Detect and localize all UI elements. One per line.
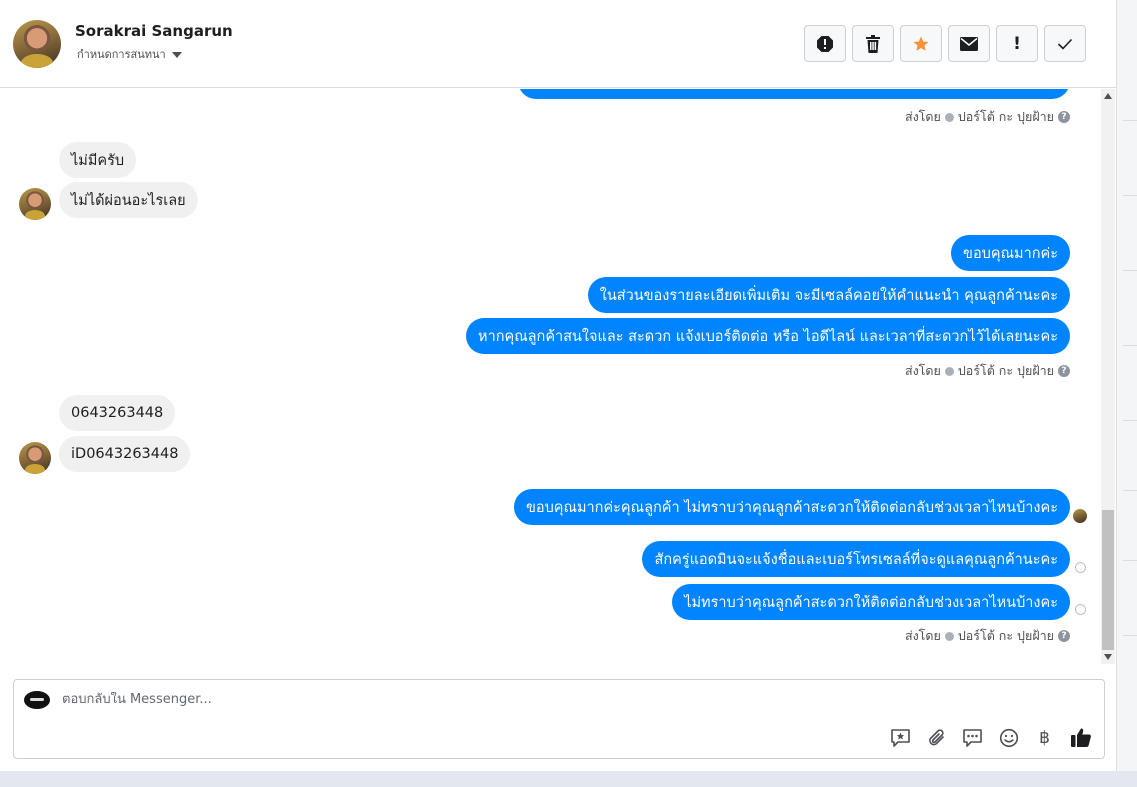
contact-name[interactable]: Sorakrai Sangarun: [75, 22, 233, 40]
delete-button[interactable]: [852, 25, 894, 62]
report-icon: [817, 35, 833, 52]
sent-by-row: ส่งโดย ปอร์โต้ กะ ปุยฝ้าย ?: [905, 107, 1070, 127]
report-spam-button[interactable]: [804, 25, 846, 62]
check-icon: [1057, 38, 1073, 50]
quick-replies-button[interactable]: [961, 726, 984, 749]
send-like-button[interactable]: [1069, 726, 1092, 749]
message-bubble-incoming[interactable]: ไม่มีครับ: [59, 142, 137, 178]
mark-important-button[interactable]: !: [996, 25, 1038, 62]
composer-tools: ฿: [889, 726, 1092, 749]
emoji-icon: [999, 728, 1018, 747]
message-bubble-outgoing[interactable]: หากคุณลูกค้าสนใจและ สะดวก แจ้งเบอร์ติดต่…: [466, 318, 1070, 354]
conversation-header: Sorakrai Sangarun กำหนดการสนทนา !: [0, 0, 1117, 88]
inbox-conversation-panel: Sorakrai Sangarun กำหนดการสนทนา ! ส่งโดย…: [0, 0, 1117, 771]
attachment-icon: [928, 728, 944, 745]
help-icon[interactable]: ?: [1058, 111, 1070, 123]
delivered-check-icon: [1075, 604, 1086, 615]
sent-by-row: ส่งโดย ปอร์โต้ กะ ปุยฝ้าย ?: [905, 626, 1070, 646]
sender-name[interactable]: ปอร์โต้ กะ ปุยฝ้าย: [958, 361, 1054, 381]
conversation-status-label: กำหนดการสนทนา: [77, 48, 166, 61]
delivered-check-icon: [1075, 562, 1086, 573]
message-bubble-outgoing[interactable]: ไม่ทราบว่าคุณลูกค้าสะดวกให้ติดต่อกลับช่ว…: [672, 584, 1070, 620]
exclamation-icon: !: [1013, 33, 1021, 54]
message-bubble-outgoing: [518, 89, 1070, 99]
sent-by-label: ส่งโดย: [904, 109, 941, 124]
customer-avatar[interactable]: [19, 188, 51, 220]
sent-check-icon: [944, 631, 954, 641]
message-bubble-outgoing[interactable]: สักครู่แอดมินจะแจ้งชื่อและเบอร์โทรเซลล์ท…: [642, 541, 1070, 577]
message-bubble-incoming[interactable]: iD0643263448: [59, 436, 191, 472]
scrollbar-thumb[interactable]: [1102, 510, 1114, 650]
message-bubble-outgoing[interactable]: ในส่วนของรายละเอียดเพิ่มเติม จะมีเซลล์คอ…: [587, 277, 1070, 313]
envelope-icon: [960, 36, 978, 51]
trash-icon: [866, 34, 880, 53]
emoji-button[interactable]: [997, 726, 1020, 749]
scroll-down-arrow-icon[interactable]: [1104, 654, 1112, 660]
thread-scrollbar[interactable]: [1101, 89, 1115, 664]
sender-name[interactable]: ปอร์โต้ กะ ปุยฝ้าย: [958, 107, 1054, 127]
star-button[interactable]: [900, 25, 942, 62]
saved-replies-button[interactable]: [889, 726, 912, 749]
page-footer-strip: [0, 771, 1137, 787]
customer-avatar[interactable]: [19, 442, 51, 474]
sent-by-label: ส่งโดย: [904, 628, 941, 643]
caret-down-icon: [171, 52, 182, 58]
page-logo-avatar: [24, 691, 50, 709]
sent-check-icon: [944, 366, 954, 376]
sent-by-row: ส่งโดย ปอร์โต้ กะ ปุยฝ้าย ?: [905, 361, 1070, 381]
help-icon[interactable]: ?: [1058, 630, 1070, 642]
chat-bubbles-icon: [963, 728, 982, 747]
baht-icon: ฿: [1039, 727, 1050, 748]
scroll-up-arrow-icon[interactable]: [1104, 93, 1112, 99]
message-thread[interactable]: ส่งโดย ปอร์โต้ กะ ปุยฝ้าย ? ไม่มีครับ ไม…: [0, 89, 1100, 664]
like-icon: [1070, 728, 1091, 747]
sender-name[interactable]: ปอร์โต้ กะ ปุยฝ้าย: [958, 626, 1054, 646]
conversation-toolbar: !: [804, 25, 1086, 62]
adjacent-panel-edge: [1117, 0, 1137, 787]
seen-avatar-icon: [1073, 509, 1087, 523]
saved-reply-icon: [891, 728, 910, 747]
star-icon: [913, 36, 929, 51]
help-icon[interactable]: ?: [1058, 365, 1070, 377]
mark-done-button[interactable]: [1044, 25, 1086, 62]
payment-button[interactable]: ฿: [1033, 726, 1056, 749]
sent-by-label: ส่งโดย: [904, 363, 941, 378]
contact-avatar[interactable]: [13, 20, 61, 68]
conversation-status-dropdown[interactable]: กำหนดการสนทนา: [77, 45, 182, 63]
mark-unread-button[interactable]: [948, 25, 990, 62]
reply-composer: ฿: [13, 679, 1105, 759]
attach-file-button[interactable]: [925, 726, 948, 749]
message-bubble-incoming[interactable]: 0643263448: [59, 395, 176, 431]
message-bubble-outgoing[interactable]: ขอบคุณมากค่ะ: [951, 235, 1070, 271]
message-bubble-incoming[interactable]: ไม่ได้ผ่อนอะไรเลย: [59, 182, 198, 218]
message-bubble-outgoing[interactable]: ขอบคุณมากค่ะคุณลูกค้า ไม่ทราบว่าคุณลูกค้…: [513, 489, 1070, 525]
reply-input[interactable]: [62, 692, 662, 707]
sent-check-icon: [944, 112, 954, 122]
